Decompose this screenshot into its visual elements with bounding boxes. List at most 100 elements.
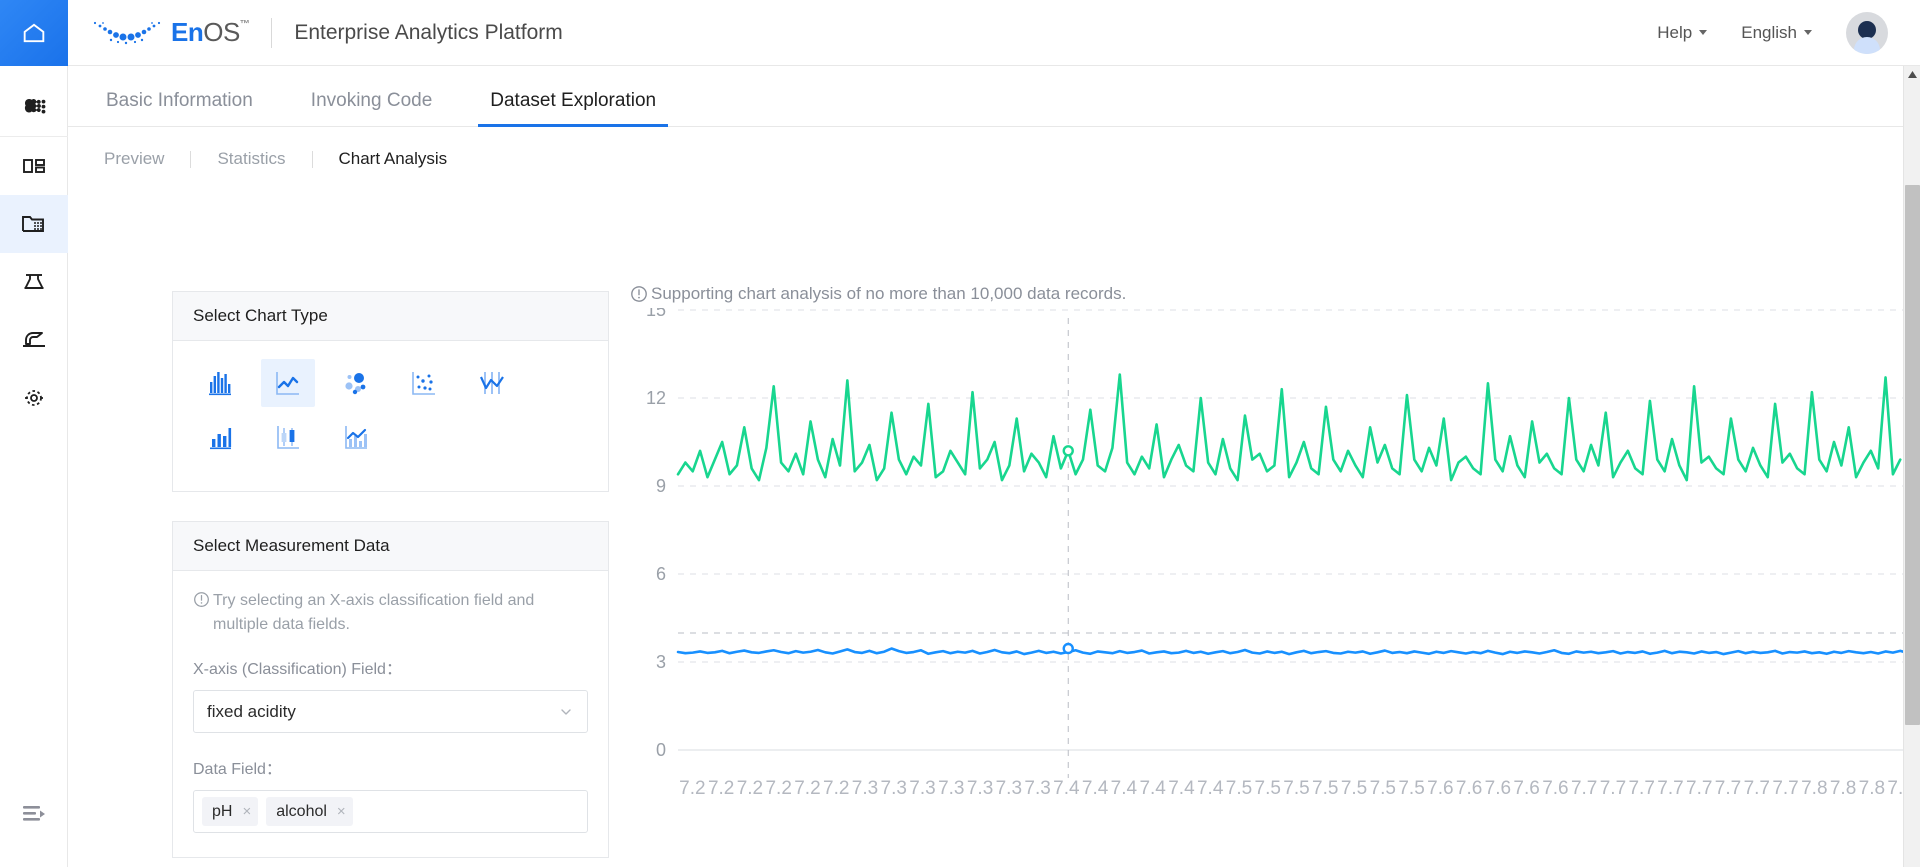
svg-text:7.8: 7.8 bbox=[1830, 778, 1856, 799]
svg-text:7.2: 7.2 bbox=[823, 778, 849, 799]
subtab-divider bbox=[190, 151, 191, 168]
measurement-card: Select Measurement Data Try selecting an… bbox=[172, 521, 609, 858]
vertical-scrollbar[interactable] bbox=[1903, 66, 1920, 867]
tab-basic-information[interactable]: Basic Information bbox=[104, 90, 255, 126]
svg-text:7.3: 7.3 bbox=[996, 778, 1022, 799]
sidebar-item-services[interactable] bbox=[0, 311, 68, 369]
sidebar-item-collapse[interactable] bbox=[0, 785, 68, 843]
measurement-hint-text: Try selecting an X-axis classification f… bbox=[213, 589, 588, 637]
svg-text:7.6: 7.6 bbox=[1456, 778, 1482, 799]
brand-logo[interactable]: EnOS™ bbox=[90, 17, 249, 48]
chart-canvas[interactable]: 036912157.27.27.27.27.27.27.37.37.37.37.… bbox=[630, 308, 1879, 867]
page-title: Enterprise Analytics Platform bbox=[294, 21, 562, 45]
remove-tag-icon[interactable]: × bbox=[337, 803, 346, 820]
measurement-body: Try selecting an X-axis classification f… bbox=[173, 571, 608, 857]
svg-text:7.2: 7.2 bbox=[708, 778, 734, 799]
svg-text:7.4: 7.4 bbox=[1053, 778, 1080, 799]
svg-text:7.3: 7.3 bbox=[938, 778, 964, 799]
scroll-up-arrow-icon[interactable] bbox=[1904, 66, 1920, 83]
svg-text:7.7: 7.7 bbox=[1744, 778, 1770, 799]
chart-type-histogram[interactable] bbox=[193, 359, 247, 407]
remove-tag-icon[interactable]: × bbox=[242, 803, 251, 820]
secondary-tabs: Preview Statistics Chart Analysis bbox=[68, 127, 1903, 169]
svg-text:7.2: 7.2 bbox=[794, 778, 820, 799]
bubble-chart-icon bbox=[341, 368, 371, 398]
svg-text:6: 6 bbox=[656, 564, 666, 584]
subtab-chart-analysis[interactable]: Chart Analysis bbox=[339, 149, 448, 169]
data-field-label: Data Field： bbox=[193, 755, 588, 779]
svg-text:7.3: 7.3 bbox=[967, 778, 993, 799]
sidebar-item-dashboard[interactable] bbox=[0, 137, 68, 195]
primary-tabs: Basic Information Invoking Code Dataset … bbox=[68, 66, 1903, 127]
measurement-hint: Try selecting an X-axis classification f… bbox=[193, 589, 588, 637]
svg-text:7.4: 7.4 bbox=[1139, 778, 1166, 799]
svg-text:7.2: 7.2 bbox=[679, 778, 705, 799]
logo-en-text: En bbox=[171, 17, 203, 48]
boxplot-chart-icon bbox=[273, 422, 303, 452]
subtab-statistics[interactable]: Statistics bbox=[217, 149, 285, 169]
svg-text:7.5: 7.5 bbox=[1398, 778, 1424, 799]
chart-type-line[interactable] bbox=[261, 359, 315, 407]
chart-type-card: Select Chart Type bbox=[172, 291, 609, 492]
chevron-down-icon bbox=[558, 704, 574, 720]
svg-text:7.4: 7.4 bbox=[1111, 778, 1138, 799]
left-sidebar bbox=[0, 0, 68, 867]
avatar[interactable] bbox=[1846, 12, 1888, 54]
svg-text:7.8: 7.8 bbox=[1801, 778, 1827, 799]
line-chart-icon bbox=[273, 368, 303, 398]
scrollbar-thumb[interactable] bbox=[1905, 185, 1920, 725]
help-menu[interactable]: Help bbox=[1657, 23, 1707, 43]
avatar-body bbox=[1854, 37, 1880, 54]
language-menu[interactable]: English bbox=[1741, 23, 1812, 43]
chart-type-combo[interactable] bbox=[329, 413, 383, 461]
app-header: EnOS™ Enterprise Analytics Platform Help… bbox=[68, 0, 1920, 66]
data-field-tag-alcohol[interactable]: alcohol × bbox=[266, 797, 352, 826]
sidebar-item-experiments[interactable] bbox=[0, 253, 68, 311]
header-divider bbox=[271, 18, 272, 48]
lab-flask-icon bbox=[21, 269, 47, 295]
svg-text:7.7: 7.7 bbox=[1686, 778, 1712, 799]
sidebar-item-home[interactable] bbox=[0, 0, 68, 66]
chart-type-candlestick[interactable] bbox=[465, 359, 519, 407]
data-field-tag-ph[interactable]: pH × bbox=[202, 797, 258, 826]
svg-text:3: 3 bbox=[656, 652, 666, 672]
svg-text:7.7: 7.7 bbox=[1772, 778, 1798, 799]
logo-tm-text: ™ bbox=[240, 19, 250, 30]
dashboard-icon bbox=[21, 153, 47, 179]
info-circle-icon bbox=[193, 589, 213, 637]
language-label: English bbox=[1741, 23, 1797, 43]
combo-chart-icon bbox=[341, 422, 371, 452]
svg-text:7.6: 7.6 bbox=[1427, 778, 1453, 799]
x-axis-field-select[interactable]: fixed acidity bbox=[193, 690, 588, 733]
svg-text:7.8: 7.8 bbox=[1859, 778, 1885, 799]
svg-text:12: 12 bbox=[646, 388, 666, 408]
subtab-preview[interactable]: Preview bbox=[104, 149, 164, 169]
data-field-input[interactable]: pH × alcohol × bbox=[193, 790, 588, 833]
bar-chart-icon bbox=[205, 422, 235, 452]
tag-label: alcohol bbox=[276, 803, 327, 821]
chart-type-boxplot[interactable] bbox=[261, 413, 315, 461]
svg-text:7.6: 7.6 bbox=[1513, 778, 1539, 799]
tab-dataset-exploration[interactable]: Dataset Exploration bbox=[488, 90, 658, 126]
ai-model-icon bbox=[19, 92, 49, 122]
sidebar-item-ai-model[interactable] bbox=[0, 78, 68, 136]
chart-type-scatter[interactable] bbox=[397, 359, 451, 407]
tab-invoking-code[interactable]: Invoking Code bbox=[309, 90, 434, 126]
chart-panel: Supporting chart analysis of no more tha… bbox=[630, 284, 1879, 857]
svg-text:7.2: 7.2 bbox=[765, 778, 791, 799]
chart-type-bar[interactable] bbox=[193, 413, 247, 461]
svg-text:7.3: 7.3 bbox=[852, 778, 878, 799]
svg-text:7.7: 7.7 bbox=[1571, 778, 1597, 799]
header-actions: Help English bbox=[1657, 12, 1888, 54]
sidebar-item-settings[interactable] bbox=[0, 369, 68, 427]
home-icon bbox=[20, 19, 48, 47]
svg-text:7.3: 7.3 bbox=[1024, 778, 1050, 799]
avatar-head bbox=[1858, 21, 1876, 39]
chart-svg[interactable]: 036912157.27.27.27.27.27.27.37.37.37.37.… bbox=[630, 308, 1903, 867]
chart-type-bubble[interactable] bbox=[329, 359, 383, 407]
svg-text:7.6: 7.6 bbox=[1485, 778, 1511, 799]
svg-text:7.4: 7.4 bbox=[1168, 778, 1195, 799]
sidebar-item-datasets[interactable] bbox=[0, 195, 68, 253]
enos-wordmark: EnOS™ bbox=[171, 17, 249, 48]
layers-icon bbox=[20, 328, 48, 352]
